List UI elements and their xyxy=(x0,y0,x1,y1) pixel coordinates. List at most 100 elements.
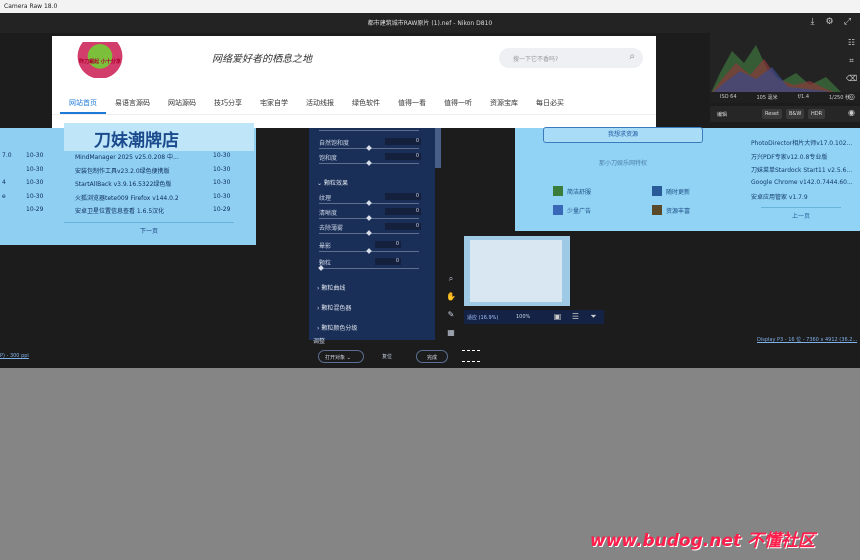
crop-icon[interactable]: ⌗ xyxy=(846,55,857,66)
next-page-link[interactable]: 下一页 xyxy=(64,222,234,236)
banner-heading[interactable]: 刀妹潮牌店 xyxy=(64,123,254,151)
resource-list-item[interactable]: 万兴PDF专家v12.0.8专业版 xyxy=(751,152,827,161)
eyedropper-icon[interactable]: ✎ xyxy=(446,310,456,320)
slider-label: 纹理 xyxy=(319,195,332,202)
slider-value[interactable]: 0 xyxy=(375,258,401,265)
site-nav-item[interactable]: 宅家自学 xyxy=(251,93,297,114)
site-nav-item[interactable]: 网站首页 xyxy=(60,93,106,114)
list-item-name: 安卓卫星位置信息查看 1.6.5汉化 xyxy=(75,208,165,215)
site-nav-item[interactable]: 值得一看 xyxy=(389,93,435,114)
fullscreen-icon[interactable]: ⤢ xyxy=(842,17,853,28)
site-nav-item[interactable]: 网站源码 xyxy=(159,93,205,114)
search-icon[interactable]: ⌕ xyxy=(629,51,635,62)
list-item-d1: 10-30 xyxy=(26,192,44,200)
resource-list-item[interactable]: 安卓应用管家 v1.7.9 xyxy=(751,192,808,201)
prev-page-link[interactable]: 上一页 xyxy=(761,207,841,220)
reset-button[interactable]: 复位 xyxy=(382,353,392,360)
list-item[interactable]: 4 10-30 StartAllBack v3.9.16.5322绿色版 10-30 xyxy=(0,179,256,191)
site-nav-item[interactable]: 绿色软件 xyxy=(343,93,389,114)
slider-knob[interactable] xyxy=(366,215,372,221)
section-label: 颗粒混色器 xyxy=(321,305,352,312)
site-search-input[interactable]: 搜一下它不香吗? ⌕ xyxy=(499,48,643,68)
hdr-button[interactable]: HDR xyxy=(808,109,826,119)
list-item-name: 火狐浏览器tete009 Firefox v144.0.2 xyxy=(75,194,179,202)
site-nav-item[interactable]: 活动线报 xyxy=(297,93,343,114)
resource-list-item[interactable]: Google Chrome v142.0.7444.60... xyxy=(751,179,853,186)
slider-track[interactable] xyxy=(319,268,419,269)
ppi-info-link[interactable]: P) - 300 ppi xyxy=(0,353,29,359)
slider-knob[interactable] xyxy=(366,145,372,151)
selection-marker xyxy=(462,350,480,362)
hand-icon[interactable]: ✋ xyxy=(446,292,456,302)
feature-label: 随时更新 xyxy=(666,189,691,196)
section-color-grading[interactable]: › 颗粒颜色分级 xyxy=(317,323,357,332)
list-item[interactable]: 7.0 10-30 MindManager 2025 v25.0.208 中... 1… xyxy=(0,152,256,164)
site-slogan: 网络爱好者的栖息之地 xyxy=(212,54,312,65)
section-curves[interactable]: › 颗粒曲线 xyxy=(317,283,345,292)
zoom-icon[interactable]: ⌕ xyxy=(446,274,456,284)
eraser-icon[interactable]: ⌫ xyxy=(846,73,857,84)
chevron-down-icon: ⌄ xyxy=(317,180,324,187)
eye-icon[interactable]: ◉ xyxy=(846,107,857,118)
zoom-fit-label[interactable]: 适应 (16.9%) xyxy=(467,314,498,321)
slider-knob[interactable] xyxy=(366,230,372,236)
list-item-d1: 10-30 xyxy=(26,152,44,159)
slider-value[interactable]: 0 xyxy=(385,223,421,230)
reset-profile-button[interactable]: Reset xyxy=(762,109,782,119)
list-item-idx: 7.0 xyxy=(2,152,12,159)
slider-value[interactable]: 0 xyxy=(385,153,421,160)
slider-value[interactable]: 0 xyxy=(385,138,421,145)
list-item[interactable]: 10-30 安装包制作工具v23.2.0绿色便携版 10-30 xyxy=(0,166,256,178)
gear-icon[interactable]: ⚙ xyxy=(824,17,835,28)
sliders-icon[interactable]: ☷ xyxy=(846,37,857,48)
site-nav-item[interactable]: 每日必买 xyxy=(527,93,573,114)
slider-label: 去除薄雾 xyxy=(319,225,344,232)
zoom-level[interactable]: 100% xyxy=(516,314,530,320)
site-nav-item[interactable]: 值得一听 xyxy=(435,93,481,114)
slider-label: 清晰度 xyxy=(319,210,338,217)
slider-value[interactable]: 0 xyxy=(375,241,401,248)
save-icon[interactable]: ⤓ xyxy=(807,17,818,28)
grid-icon[interactable]: ▦ xyxy=(446,328,456,338)
slider-value[interactable]: 0 xyxy=(385,193,421,200)
resource-list-item[interactable]: PhotoDirector相片大师v17.0.102... xyxy=(751,138,852,147)
before-after-icon[interactable]: ▣ xyxy=(552,311,563,322)
slider-track[interactable] xyxy=(319,130,419,131)
list-item-name: 安装包制作工具v23.2.0绿色便携版 xyxy=(75,167,170,175)
exif-info-bar: ISO 64 105 毫米 f/1.4 1/250 秒 xyxy=(710,92,860,103)
color-grading-label: 调整 xyxy=(313,338,326,345)
bw-button[interactable]: B&W xyxy=(786,109,805,119)
list-icon[interactable]: ☰ xyxy=(570,311,581,322)
image-info-link[interactable]: Display P3 - 16 位 - 7360 x 4912 (36.2... xyxy=(757,336,860,346)
resource-list-item[interactable]: 刀妹菜单Stardock Start11 v2.5.6... xyxy=(751,165,852,174)
request-resource-button[interactable]: 我想求资源 xyxy=(543,127,703,143)
open-object-button[interactable]: 打开对象 ⌄ xyxy=(318,350,364,363)
camera-raw-top-bar: 都市建筑城市RAW原片 (1).nef - Nikon D810 ⤓ ⚙ ⤢ xyxy=(0,13,860,33)
site-nav-item[interactable]: 易语言源码 xyxy=(106,93,159,114)
list-item[interactable]: e 10-30 火狐浏览器tete009 Firefox v144.0.2 10-30 xyxy=(0,193,256,205)
feature-icon xyxy=(652,186,662,196)
site-nav-item[interactable]: 技巧分享 xyxy=(205,93,251,114)
panel-scrollbar[interactable] xyxy=(435,128,441,168)
slider-value[interactable]: 0 xyxy=(385,208,421,215)
section-effects[interactable]: ⌄ 颗粒效果 xyxy=(317,178,348,187)
section-mixer[interactable]: › 颗粒混色器 xyxy=(317,303,351,312)
done-button[interactable]: 完成 xyxy=(416,350,448,363)
slider-label: 饱和度 xyxy=(319,155,338,162)
slider-label: 自然饱和度 xyxy=(319,140,350,147)
list-item[interactable]: 10-29 安卓卫星位置信息查看 1.6.5汉化 10-29 xyxy=(0,206,256,218)
app-title: Camera Raw 18.0 xyxy=(4,3,58,10)
list-item-d2: 10-30 xyxy=(213,179,231,186)
site-nav-item[interactable]: 资源宝库 xyxy=(481,93,527,114)
site-logo-text: 昨刀崛起 小十分享 xyxy=(79,59,121,65)
list-item-d2: 10-29 xyxy=(213,206,231,213)
feature-icon xyxy=(553,205,563,215)
tool-strip: ⌕ ✋ ✎ ▦ xyxy=(443,270,461,340)
slider-knob[interactable] xyxy=(366,200,372,206)
slider-knob[interactable] xyxy=(366,248,372,254)
filter-icon[interactable]: ⏷ xyxy=(588,311,599,322)
slider-knob[interactable] xyxy=(366,160,372,166)
slider-label: 晕影 xyxy=(319,243,332,250)
preview-thumbnail[interactable] xyxy=(464,236,570,306)
masking-icon[interactable]: ◎ xyxy=(846,91,857,102)
